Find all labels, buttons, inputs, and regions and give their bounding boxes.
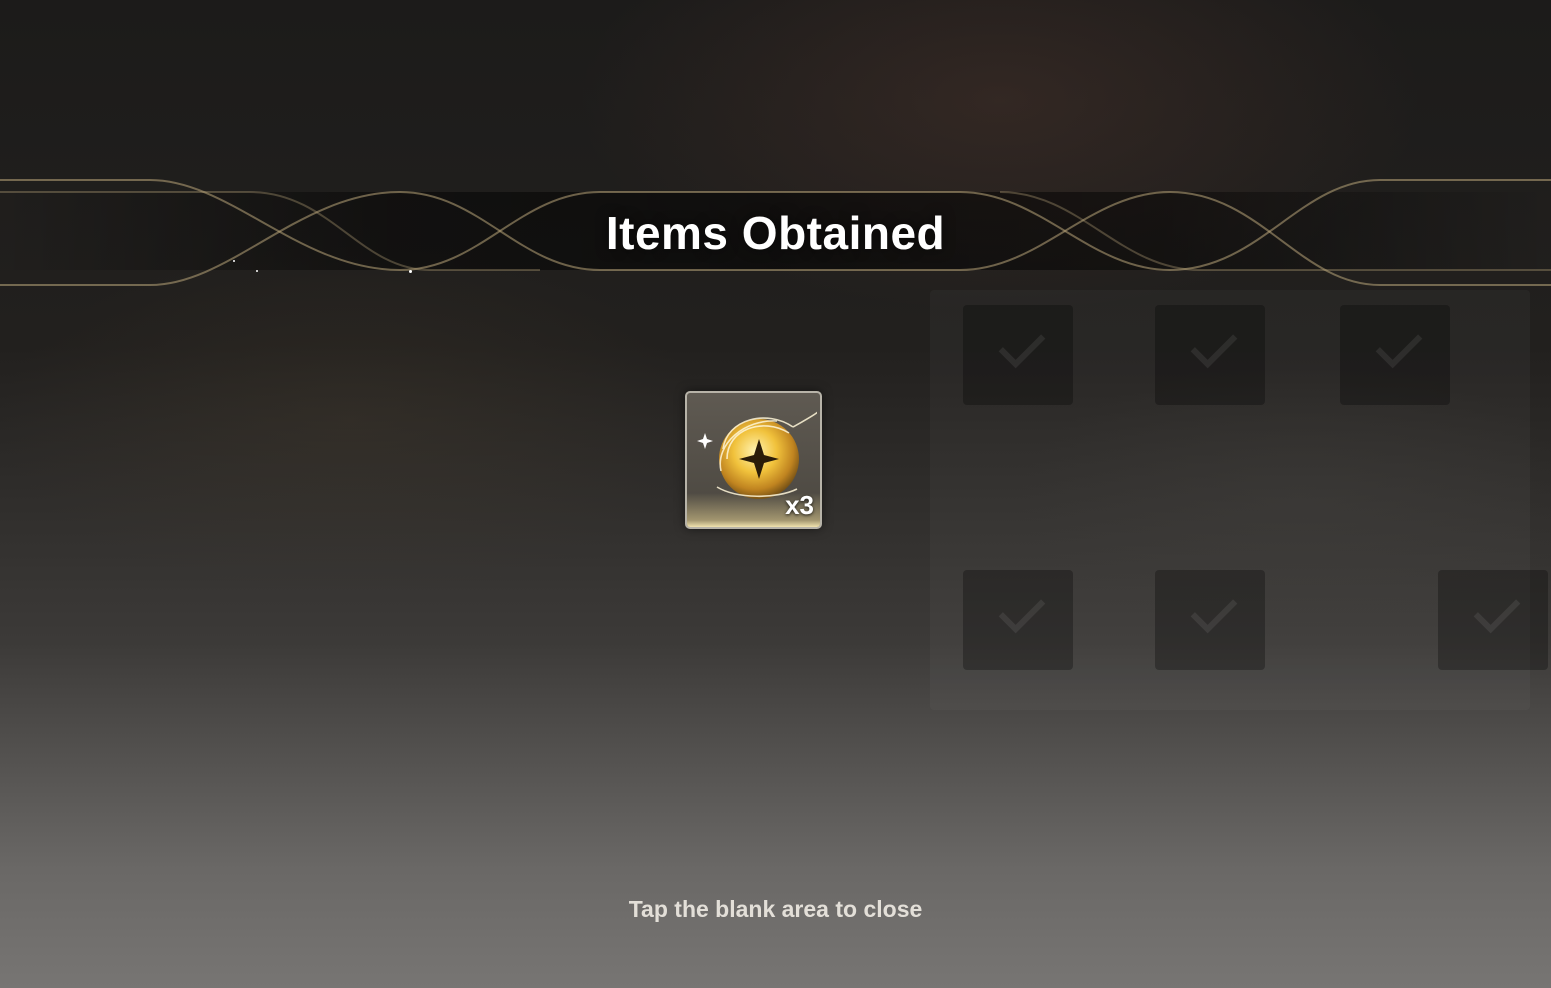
background-check-tile <box>1155 305 1265 405</box>
close-hint[interactable]: Tap the blank area to close <box>0 892 1551 926</box>
background-check-tile <box>963 570 1073 670</box>
background-check-tile <box>1155 570 1265 670</box>
background-check-tile <box>1438 570 1548 670</box>
item-quantity: x3 <box>785 490 814 520</box>
background-check-tile <box>963 305 1073 405</box>
sparkle <box>409 270 412 273</box>
background-check-tile <box>1340 305 1450 405</box>
dialog-title: Items Obtained <box>605 207 946 259</box>
item-card[interactable]: x3 <box>685 391 822 529</box>
sparkle <box>256 270 258 272</box>
